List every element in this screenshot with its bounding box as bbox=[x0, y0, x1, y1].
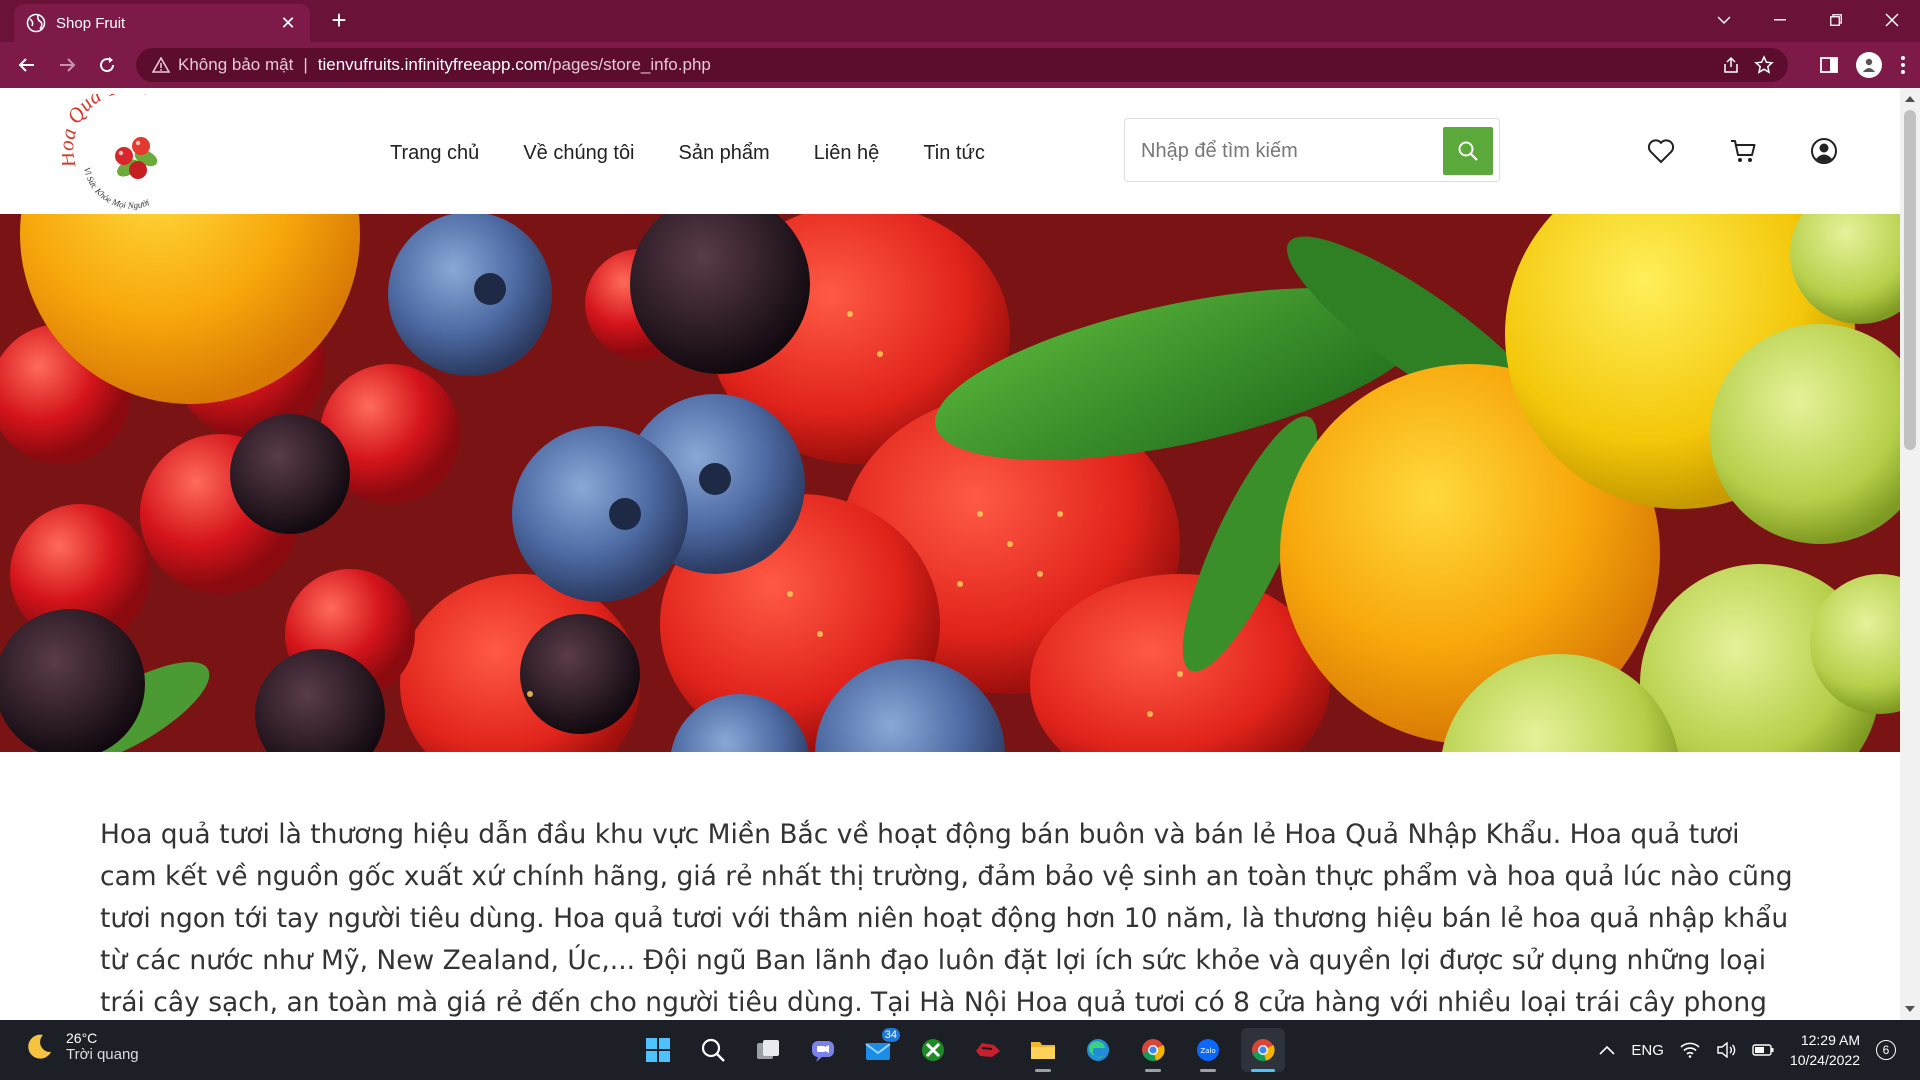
close-tab-icon[interactable]: ✕ bbox=[278, 13, 298, 34]
chevron-up-icon[interactable] bbox=[1599, 1045, 1615, 1055]
url-separator: | bbox=[303, 55, 308, 74]
url-host: tienvufruits.infinityfreeapp.com bbox=[317, 55, 548, 74]
share-icon[interactable] bbox=[1722, 56, 1740, 74]
search-input[interactable] bbox=[1141, 133, 1431, 169]
side-panel-icon[interactable] bbox=[1820, 56, 1838, 74]
cart-icon[interactable] bbox=[1728, 136, 1758, 166]
warning-icon bbox=[152, 57, 170, 73]
task-view-icon[interactable] bbox=[746, 1028, 790, 1072]
browser-tab-strip: Shop Fruit ✕ + bbox=[0, 0, 1920, 42]
scroll-down-arrow[interactable] bbox=[1905, 1006, 1915, 1012]
minimize-button[interactable] bbox=[1752, 0, 1808, 40]
close-window-button[interactable] bbox=[1864, 0, 1920, 40]
notification-count-badge[interactable]: 6 bbox=[1876, 1040, 1896, 1060]
mail-icon[interactable]: 34 bbox=[856, 1028, 900, 1072]
edge-icon[interactable] bbox=[1076, 1028, 1120, 1072]
globe-icon bbox=[26, 13, 46, 33]
browser-tab[interactable]: Shop Fruit ✕ bbox=[14, 4, 310, 42]
search-icon bbox=[1458, 141, 1478, 161]
search-box bbox=[1124, 118, 1500, 182]
moon-icon bbox=[28, 1034, 51, 1059]
game-app-icon[interactable] bbox=[966, 1028, 1010, 1072]
taskbar-clock[interactable]: 12:29 AM 10/24/2022 bbox=[1790, 1030, 1860, 1070]
windows-taskbar: 26°C Trời quang 34 Zalo ENG 12:29 AM 10/… bbox=[0, 1020, 1920, 1080]
weather-temperature: 26°C bbox=[66, 1030, 98, 1046]
new-tab-button[interactable]: + bbox=[324, 6, 354, 36]
language-indicator[interactable]: ENG bbox=[1631, 1042, 1664, 1059]
url-path: /pages/store_info.php bbox=[547, 55, 711, 74]
teams-chat-icon[interactable] bbox=[801, 1028, 845, 1072]
bookmark-star-icon[interactable] bbox=[1754, 55, 1774, 75]
zalo-icon[interactable]: Zalo bbox=[1186, 1028, 1230, 1072]
profile-avatar-icon[interactable] bbox=[1856, 52, 1882, 78]
page-scrollbar[interactable] bbox=[1900, 88, 1920, 1020]
site-logo[interactable]: Hoa Quả Tươi Vì Sức Khỏe Mọi Người bbox=[62, 94, 200, 212]
scroll-up-arrow[interactable] bbox=[1905, 96, 1915, 102]
tab-search-icon[interactable] bbox=[1696, 0, 1752, 40]
svg-text:Zalo: Zalo bbox=[1200, 1047, 1215, 1055]
volume-icon[interactable] bbox=[1716, 1042, 1736, 1058]
clock-time: 12:29 AM bbox=[1800, 1032, 1860, 1048]
weather-condition: Trời quang bbox=[66, 1046, 139, 1063]
chrome-profile-icon[interactable] bbox=[1131, 1028, 1175, 1072]
back-button[interactable] bbox=[12, 50, 42, 80]
taskbar-search-icon[interactable] bbox=[691, 1028, 735, 1072]
browser-menu-icon[interactable] bbox=[1900, 55, 1906, 75]
nav-news[interactable]: Tin tức bbox=[923, 142, 985, 165]
wishlist-heart-icon[interactable] bbox=[1646, 136, 1676, 166]
site-header: Hoa Quả Tươi Vì Sức Khỏe Mọi Người Trang… bbox=[0, 88, 1900, 214]
tab-title: Shop Fruit bbox=[56, 14, 126, 32]
weather-widget[interactable]: 26°C Trời quang bbox=[24, 1030, 139, 1063]
mail-badge: 34 bbox=[881, 1028, 900, 1042]
scrollbar-thumb[interactable] bbox=[1904, 110, 1916, 450]
nav-products[interactable]: Sản phẩm bbox=[679, 142, 770, 165]
security-label[interactable]: Không bảo mật bbox=[178, 55, 293, 75]
account-icon[interactable] bbox=[1809, 136, 1839, 166]
xbox-icon[interactable] bbox=[911, 1028, 955, 1072]
start-button[interactable] bbox=[636, 1028, 680, 1072]
chrome-active-icon[interactable] bbox=[1241, 1028, 1285, 1072]
forward-button[interactable] bbox=[52, 50, 82, 80]
restore-button[interactable] bbox=[1808, 0, 1864, 40]
search-button[interactable] bbox=[1443, 127, 1493, 175]
web-page: Hoa Quả Tươi Vì Sức Khỏe Mọi Người Trang… bbox=[0, 88, 1900, 1020]
wifi-icon[interactable] bbox=[1680, 1042, 1700, 1058]
browser-toolbar: Không bảo mật | tienvufruits.infinityfre… bbox=[0, 42, 1920, 88]
address-bar[interactable]: Không bảo mật | tienvufruits.infinityfre… bbox=[136, 48, 1788, 82]
nav-home[interactable]: Trang chủ bbox=[390, 142, 479, 165]
battery-icon[interactable] bbox=[1752, 1044, 1774, 1056]
taskbar-apps: 34 Zalo bbox=[636, 1028, 1285, 1072]
clock-date: 10/24/2022 bbox=[1789, 1052, 1860, 1068]
reload-button[interactable] bbox=[92, 50, 122, 80]
hero-fruit-banner bbox=[0, 214, 1900, 752]
about-paragraph: Hoa quả tươi là thương hiệu dẫn đầu khu … bbox=[100, 819, 1793, 1018]
nav-contact[interactable]: Liên hệ bbox=[814, 142, 880, 165]
nav-about[interactable]: Về chúng tôi bbox=[523, 142, 634, 165]
system-tray: ENG 12:29 AM 10/24/2022 6 bbox=[1599, 1020, 1896, 1080]
file-explorer-icon[interactable] bbox=[1021, 1028, 1065, 1072]
main-navigation: Trang chủ Về chúng tôi Sản phẩm Liên hệ … bbox=[390, 142, 985, 165]
